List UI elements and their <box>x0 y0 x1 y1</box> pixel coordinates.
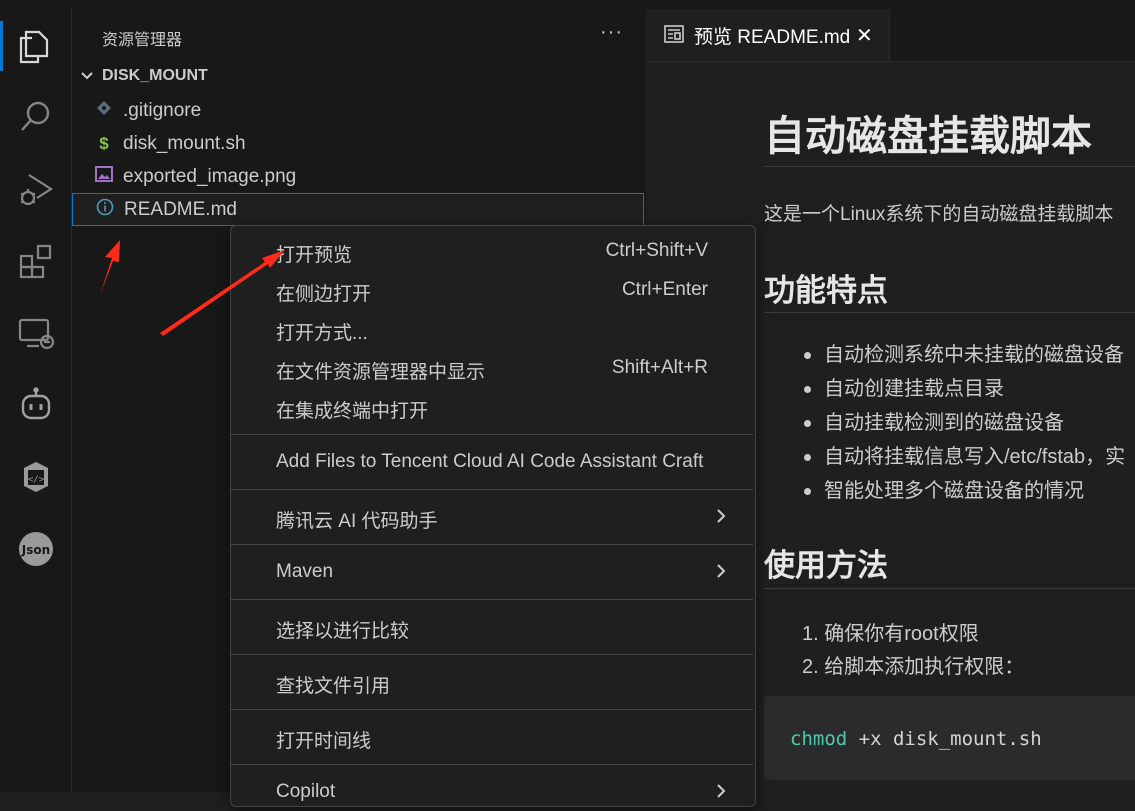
menu-label: 打开预览 <box>276 245 353 266</box>
menu-separator <box>231 489 753 490</box>
file-exported-image[interactable]: exported_image.png <box>72 160 646 193</box>
menu-label: 打开方式... <box>276 323 368 344</box>
list-item: 自动创建挂载点目录 <box>764 372 1125 406</box>
menu-separator <box>231 544 753 545</box>
menu-item-open-timeline[interactable]: 打开时间线 <box>231 718 753 756</box>
title-strip <box>0 0 1135 9</box>
file-name: README.md <box>124 198 237 220</box>
menu-separator <box>231 709 753 710</box>
menu-label: 查找文件引用 <box>276 676 391 697</box>
editor-tabs: 预览 README.md ✕ <box>646 9 1135 62</box>
chevron-right-icon <box>717 564 726 578</box>
file-name: disk_mount.sh <box>123 132 246 154</box>
features-heading: 功能特点 <box>764 273 888 308</box>
info-icon <box>95 198 115 221</box>
menu-label: 选择以进行比较 <box>276 621 410 642</box>
folder-disk-mount[interactable]: DISK_MOUNT <box>80 67 208 85</box>
git-diamond-icon <box>94 100 114 121</box>
usage-heading: 使用方法 <box>764 548 888 583</box>
image-icon <box>94 166 114 187</box>
menu-separator <box>231 599 753 600</box>
more-actions-icon[interactable]: ··· <box>600 21 623 44</box>
file-readme[interactable]: README.md <box>72 193 644 226</box>
menu-item-find-references[interactable]: 查找文件引用 <box>231 663 753 701</box>
list-item: 自动将挂载信息写入/etc/fstab，实 <box>764 440 1125 474</box>
file-gitignore[interactable]: .gitignore <box>72 94 646 127</box>
chevron-down-icon <box>81 72 93 80</box>
chevron-right-icon <box>717 509 726 523</box>
menu-item-open-to-side[interactable]: 在侧边打开 Ctrl+Enter <box>231 271 753 309</box>
menu-label: 在文件资源管理器中显示 <box>276 362 486 383</box>
chevron-right-icon <box>717 784 726 798</box>
divider <box>764 312 1135 313</box>
file-disk-mount-sh[interactable]: $ disk_mount.sh <box>72 127 646 160</box>
menu-shortcut: Ctrl+Enter <box>621 279 708 300</box>
preview-heading: 自动磁盘挂载脚本 <box>764 113 1092 159</box>
svg-text:</>: </> <box>27 475 44 485</box>
menu-label: 在集成终端中打开 <box>276 401 429 422</box>
menu-label: 腾讯云 AI 代码助手 <box>276 511 438 532</box>
menu-item-open-in-terminal[interactable]: 在集成终端中打开 <box>231 388 753 426</box>
file-name: .gitignore <box>123 99 202 121</box>
remote-explorer-icon[interactable] <box>0 301 71 365</box>
close-icon[interactable]: ✕ <box>856 23 873 48</box>
activity-bar: </> Json <box>0 9 72 792</box>
explorer-title: 资源管理器 <box>102 32 183 49</box>
folder-label: DISK_MOUNT <box>102 67 208 84</box>
menu-label: Maven <box>276 561 334 582</box>
divider <box>764 588 1135 589</box>
preview-icon <box>664 25 684 48</box>
code-box-icon[interactable]: </> <box>0 445 71 509</box>
copilot-bot-icon[interactable] <box>0 373 71 437</box>
menu-item-select-for-compare[interactable]: 选择以进行比较 <box>231 608 753 646</box>
menu-label: 打开时间线 <box>276 731 372 752</box>
steps-list: 1. 确保你有root权限 2. 给脚本添加执行权限： <box>764 618 1024 684</box>
menu-label: Copilot <box>276 781 336 802</box>
search-icon[interactable] <box>0 85 71 149</box>
features-list: 自动检测系统中未挂载的磁盘设备 自动创建挂载点目录 自动挂载检测到的磁盘设备 自… <box>764 338 1125 508</box>
tab-label: 预览 README.md <box>694 26 851 48</box>
menu-item-add-files-tencent[interactable]: Add Files to Tencent Cloud AI Code Assis… <box>231 443 753 481</box>
extensions-icon[interactable] <box>0 229 71 293</box>
menu-shortcut: Ctrl+Shift+V <box>605 240 708 261</box>
list-item: 自动挂载检测到的磁盘设备 <box>764 406 1125 440</box>
dollar-icon: $ <box>99 133 109 153</box>
menu-item-copilot[interactable]: Copilot <box>231 773 753 811</box>
menu-label: 在侧边打开 <box>276 284 372 305</box>
menu-separator <box>231 434 753 435</box>
code-args: +x disk_mount.sh <box>847 728 1042 750</box>
json-icon[interactable]: Json <box>0 517 71 581</box>
preview-intro: 这是一个Linux系统下的自动磁盘挂载脚本 <box>764 204 1114 225</box>
menu-separator <box>231 654 753 655</box>
tab-readme-preview[interactable]: 预览 README.md ✕ <box>646 9 890 61</box>
list-item: 2. 给脚本添加执行权限： <box>802 656 1025 678</box>
menu-shortcut: Shift+Alt+R <box>611 357 708 378</box>
menu-label: Add Files to Tencent Cloud AI Code Assis… <box>276 451 704 472</box>
menu-item-maven[interactable]: Maven <box>231 553 753 591</box>
svg-text:Json: Json <box>20 543 49 557</box>
code-command: chmod <box>790 728 848 750</box>
list-item: 智能处理多个磁盘设备的情况 <box>764 474 1125 508</box>
run-debug-icon[interactable] <box>0 157 71 221</box>
file-name: exported_image.png <box>123 165 297 187</box>
menu-item-reveal-in-explorer[interactable]: 在文件资源管理器中显示 Shift+Alt+R <box>231 349 753 387</box>
menu-item-tencent-ai[interactable]: 腾讯云 AI 代码助手 <box>231 498 753 536</box>
list-item: 自动检测系统中未挂载的磁盘设备 <box>764 338 1125 372</box>
menu-item-open-with[interactable]: 打开方式... <box>231 310 753 348</box>
files-icon[interactable] <box>0 13 71 77</box>
context-menu: 打开预览 Ctrl+Shift+V 在侧边打开 Ctrl+Enter 打开方式.… <box>230 225 756 807</box>
list-item: 1. 确保你有root权限 <box>802 623 979 645</box>
menu-item-open-preview[interactable]: 打开预览 Ctrl+Shift+V <box>231 232 753 270</box>
divider <box>764 166 1135 167</box>
menu-separator <box>231 764 753 765</box>
code-block: chmod +x disk_mount.sh <box>764 696 1135 780</box>
